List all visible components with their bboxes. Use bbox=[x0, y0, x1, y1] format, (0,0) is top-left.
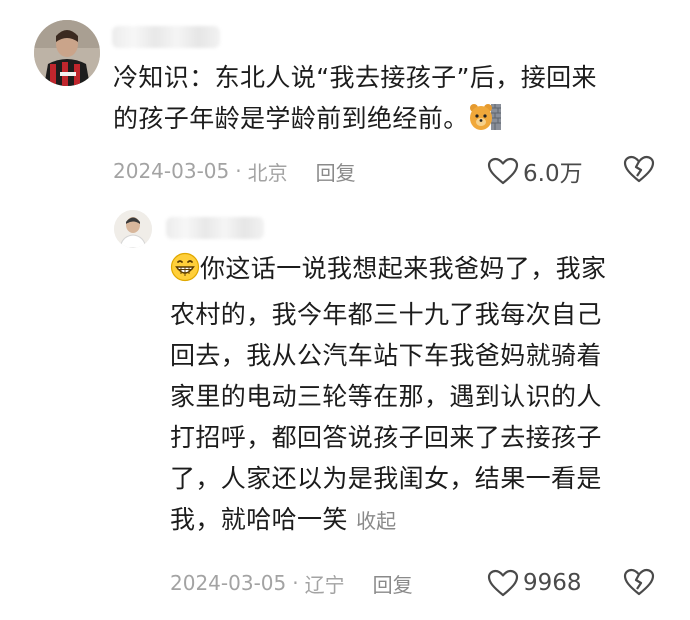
collapse-button[interactable]: 收起 bbox=[356, 509, 396, 533]
reply-button[interactable]: 回复 bbox=[373, 569, 413, 598]
like-count: 6.0万 bbox=[523, 161, 583, 187]
reply-text: 你这话一说我想起来我爸妈了，我家 农村的，我今年都三十九了我每次自己 回去，我从… bbox=[170, 248, 606, 542]
avatar-image bbox=[34, 20, 100, 86]
bear-emoji-icon bbox=[469, 102, 503, 144]
reply-line: 农村的，我今年都三十九了我每次自己 bbox=[170, 300, 602, 329]
reply-line: 你这话一说我想起来我爸妈了，我家 bbox=[200, 254, 607, 283]
like-button[interactable]: 6.0万 bbox=[487, 154, 583, 188]
reply-location: 辽宁 bbox=[304, 572, 345, 597]
reply-line-7: 我，就哈哈一笑 收起 bbox=[170, 499, 606, 542]
reply-line: 打招呼，都回答说孩子回来了去接孩子 bbox=[170, 423, 602, 452]
comment-text: 冷知识：东北人说“我去接孩子”后，接回来 的孩子年龄是学龄前到绝经前。 bbox=[113, 57, 597, 144]
broken-heart-icon bbox=[623, 568, 655, 596]
reply-line-1: 你这话一说我想起来我爸妈了，我家 bbox=[170, 248, 606, 294]
reply-dislike-button[interactable] bbox=[623, 568, 655, 600]
reply-author-name[interactable] bbox=[166, 217, 264, 239]
reply-date: 2024-03-05 bbox=[170, 571, 287, 595]
avatar[interactable] bbox=[34, 20, 100, 86]
reply-line: 家里的电动三轮等在那，遇到认识的人 bbox=[170, 382, 602, 411]
comment-line: 冷知识：东北人说“我去接孩子”后，接回来 bbox=[113, 63, 597, 92]
broken-heart-icon bbox=[623, 155, 655, 183]
reply-avatar-image bbox=[114, 210, 152, 248]
reply-avatar[interactable] bbox=[114, 210, 152, 248]
comment-location: 北京 bbox=[247, 160, 288, 185]
comment-line: 的孩子年龄是学龄前到绝经前。 bbox=[113, 104, 469, 133]
separator: · bbox=[292, 571, 299, 595]
like-count: 9968 bbox=[523, 570, 582, 596]
comment-line-2: 的孩子年龄是学龄前到绝经前。 bbox=[113, 98, 597, 144]
reply-line: 了，人家还以为是我闺女，结果一看是 bbox=[170, 464, 602, 493]
comment-date: 2024-03-05 bbox=[113, 159, 230, 183]
grinning-face-emoji-icon bbox=[170, 252, 200, 294]
heart-icon bbox=[487, 157, 519, 185]
author-name[interactable] bbox=[112, 26, 220, 48]
comment-meta: 2024-03-05 · 北京 回复 bbox=[113, 154, 356, 188]
separator: · bbox=[235, 159, 242, 183]
heart-icon bbox=[487, 569, 519, 597]
dislike-button[interactable] bbox=[623, 155, 655, 187]
reply-line: 我，就哈哈一笑 bbox=[170, 505, 348, 534]
reply-like-button[interactable]: 9968 bbox=[487, 566, 582, 600]
reply-button[interactable]: 回复 bbox=[316, 157, 356, 186]
reply-meta: 2024-03-05 · 辽宁 回复 bbox=[170, 566, 413, 600]
reply-line: 回去，我从公汽车站下车我爸妈就骑着 bbox=[170, 341, 602, 370]
